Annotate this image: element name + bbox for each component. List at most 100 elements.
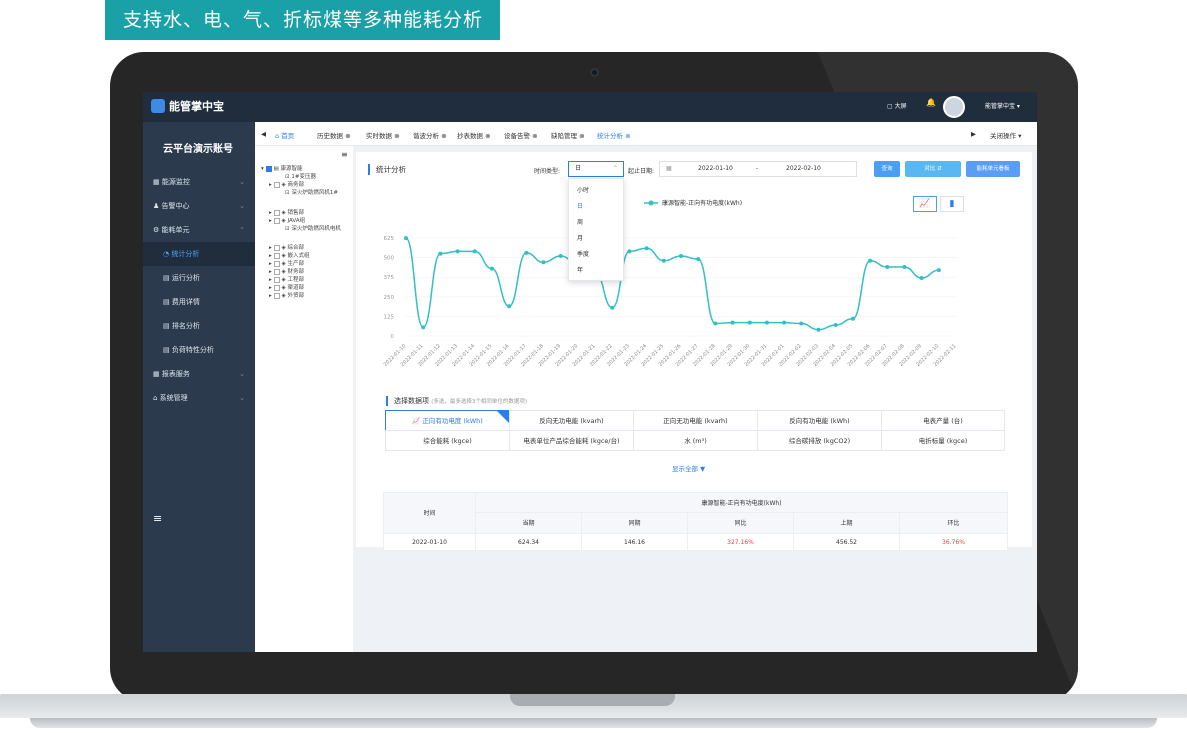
data-point[interactable] (524, 250, 529, 255)
tab-home[interactable]: ⌂ 首页 (275, 130, 294, 140)
tab-scroll-left[interactable]: ◀ (261, 130, 266, 138)
chevron-down-icon: ⌄ (239, 178, 245, 186)
bell-icon[interactable]: 🔔 (926, 98, 936, 107)
data-point[interactable] (936, 268, 941, 273)
tab-meter[interactable]: 抄表数据 ⊗ (457, 130, 491, 140)
data-item-output[interactable]: 电表产量 (台) (881, 410, 1005, 431)
data-point[interactable] (455, 249, 460, 254)
data-item-water[interactable]: 水 (m³) (633, 430, 758, 451)
compare-button[interactable]: 对比 ⇵ (905, 161, 961, 177)
data-point[interactable] (541, 260, 546, 265)
data-item-reverse-active[interactable]: 反向有功电能 (kWh) (757, 410, 882, 431)
sidebar-item-ranking[interactable]: ▤ 排名分析 (143, 314, 255, 338)
data-item-unit-energy[interactable]: 电表单位产品综合能耗 (kgce/台) (509, 430, 634, 451)
data-point[interactable] (679, 254, 683, 259)
sidebar-item-energy-unit[interactable]: ⚙ 能耗单元 ⌃ (143, 218, 255, 242)
board-button[interactable]: 能耗单元看板 (966, 161, 1020, 177)
dropdown-option-hour[interactable]: 小时 (569, 183, 623, 199)
tree-node[interactable]: ▸ ◈ 工程部 (269, 275, 304, 283)
tree-node[interactable]: ▸ ◈ 综合部 (269, 243, 304, 251)
data-point[interactable] (833, 323, 838, 328)
data-point[interactable] (610, 305, 615, 310)
dropdown-option-year[interactable]: 年 (569, 263, 623, 279)
tree-node[interactable]: ▸ ◈ 嵌入式组 (269, 251, 310, 259)
data-point[interactable] (558, 254, 563, 259)
data-point[interactable] (627, 249, 632, 254)
data-point[interactable] (747, 320, 752, 325)
data-item-reverse-reactive[interactable]: 反向无功电能 (kvarh) (509, 410, 634, 431)
data-point[interactable] (472, 249, 477, 254)
tree-node[interactable]: ⊡ 1#变压器 (285, 172, 316, 180)
sidebar-item-cost[interactable]: ▤ 费用详情 (143, 290, 255, 314)
data-point[interactable] (782, 320, 787, 325)
tab-statistics[interactable]: 统计分析 ⊗ (597, 130, 631, 140)
dropdown-option-quarter[interactable]: 季度 (569, 247, 623, 263)
data-point[interactable] (885, 265, 890, 270)
y-tick-label: 625 (384, 236, 395, 242)
sidebar-item-alarm[interactable]: ♟ 告警中心 ⌄ (143, 194, 255, 218)
table-header-time: 时间 (383, 492, 476, 534)
tab-harmonic[interactable]: 谐波分析 ⊗ (413, 130, 447, 140)
data-point[interactable] (799, 321, 804, 326)
query-button[interactable]: 查询 (874, 161, 900, 177)
x-axis: 2022-01-102022-01-112022-01-122022-01-13… (383, 343, 958, 368)
tree-node[interactable]: ▾ ▤ 康源智能 (261, 164, 302, 172)
tree-menu-icon[interactable]: ≡ (341, 150, 348, 159)
data-point[interactable] (507, 304, 512, 309)
close-operations-menu[interactable]: 关闭操作 ▾ (990, 130, 1021, 140)
tree-node[interactable]: ⊡ 深火炉助燃风机电机 (285, 224, 347, 232)
tab-history[interactable]: 历史数据 ⊗ (317, 130, 351, 140)
tree-node[interactable]: ▸ ◈ 销售部 (269, 208, 304, 216)
user-menu[interactable]: 能管掌中宝 ▾ (985, 101, 1020, 110)
sidebar-item-load[interactable]: ▤ 负荷特性分析 (143, 338, 255, 362)
data-item-electric-coal[interactable]: 电折标量 (kgce) (881, 430, 1005, 451)
data-item-carbon[interactable]: 综合碳排放 (kgCO2) (757, 430, 882, 451)
data-point[interactable] (868, 258, 873, 263)
hamburger-icon[interactable]: ≡ (153, 512, 162, 525)
data-point[interactable] (713, 321, 718, 326)
sidebar-item-operation[interactable]: ▤ 运行分析 (143, 266, 255, 290)
sidebar-item-system[interactable]: ⌂ 系统管理 ⌄ (143, 386, 255, 410)
tab-realtime[interactable]: 实时数据 ⊗ (366, 130, 400, 140)
time-type-select[interactable]: 日 ⌃ (568, 161, 624, 177)
show-all-button[interactable]: 显示全部 ▼ (672, 463, 705, 473)
bigscreen-button[interactable]: ▢ 大屏 (887, 101, 907, 110)
sidebar-item-report[interactable]: ▦ 报表服务 ⌄ (143, 362, 255, 386)
sidebar-item-statistics[interactable]: ◔ 统计分析 (143, 242, 255, 266)
data-point[interactable] (489, 266, 494, 271)
tab-alarm[interactable]: 设备告警 ⊗ (504, 130, 538, 140)
data-point[interactable] (919, 275, 924, 280)
date-range-picker[interactable]: ▦ 2022-01-10 - 2022-02-10 (659, 161, 857, 177)
data-point[interactable] (421, 325, 426, 330)
y-tick-label: 250 (384, 295, 395, 301)
data-item-positive-reactive[interactable]: 正向无功电能 (kvarh) (633, 410, 758, 431)
data-item-positive-active[interactable]: 📈 正向有功电度 (kWh) (385, 410, 510, 431)
data-point[interactable] (816, 327, 821, 332)
data-point[interactable] (404, 236, 408, 241)
data-point[interactable] (438, 251, 443, 256)
tree-node[interactable]: ▸ ◈ JAVA组 (269, 216, 305, 224)
dropdown-option-day[interactable]: 日 (569, 199, 623, 215)
data-point[interactable] (696, 257, 701, 262)
data-point[interactable] (850, 316, 855, 321)
tab-defect[interactable]: 缺陷管理 ⊗ (551, 130, 585, 140)
data-point[interactable] (644, 246, 649, 251)
date-start[interactable]: 2022-01-10 (698, 162, 733, 176)
sidebar-item-energy-monitor[interactable]: ▦ 能源监控 ⌄ (143, 170, 255, 194)
tree-node[interactable]: ▸ ◈ 财务部 (269, 267, 304, 275)
dropdown-option-week[interactable]: 周 (569, 215, 623, 231)
data-point[interactable] (902, 265, 907, 270)
dropdown-option-month[interactable]: 月 (569, 231, 623, 247)
avatar[interactable] (943, 96, 965, 118)
data-point[interactable] (730, 320, 735, 325)
tab-scroll-right[interactable]: ▶ (971, 130, 976, 138)
tree-node[interactable]: ⊡ 深火炉助燃风机1# (285, 188, 347, 196)
tree-node[interactable]: ▸ ◈ 商务部 (269, 180, 304, 188)
data-item-total-energy[interactable]: 综合能耗 (kgce) (385, 430, 510, 451)
data-point[interactable] (764, 320, 769, 325)
data-point[interactable] (661, 258, 666, 263)
tree-node[interactable]: ▸ ◈ 生产部 (269, 259, 304, 267)
tree-node[interactable]: ▸ ◈ 外贸部 (269, 291, 304, 299)
tree-node[interactable]: ▸ ◈ 渠道部 (269, 283, 304, 291)
date-end[interactable]: 2022-02-10 (786, 162, 821, 176)
